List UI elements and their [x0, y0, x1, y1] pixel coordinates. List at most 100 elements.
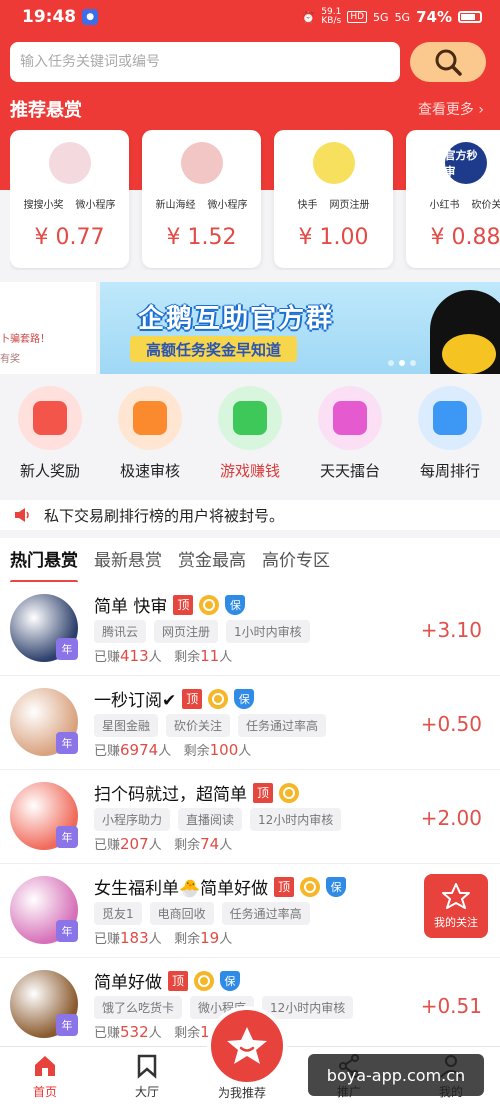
grid-item[interactable]: 新人奖励 — [0, 386, 100, 486]
task-title-row: 女生福利单🐣简单好做 顶 保 — [94, 874, 347, 899]
task-title: 一秒订阅✔ — [94, 691, 177, 711]
recommend-card[interactable]: 搜搜小奖 微小程序 ¥ 0.77 — [10, 130, 129, 268]
task-chips: 腾讯云 网页注册 1小时内审核 — [94, 620, 310, 643]
year-badge: 年 — [56, 826, 78, 848]
task-avatar — [312, 142, 355, 184]
task-avatar: 官方秒审 — [444, 142, 487, 184]
task-title-row: 简单好做 顶 保 — [94, 968, 240, 993]
task-title: 女生福利单🐣简单好做 — [94, 879, 269, 899]
task-chip: 觅友1 — [94, 902, 142, 925]
task-chip: 小程序助力 — [94, 808, 171, 831]
watermark: boya-app.com.cn — [308, 1054, 484, 1096]
grid-item[interactable]: 游戏赚钱 — [200, 386, 300, 486]
recommend-card-tags: 搜搜小奖 微小程序 — [23, 200, 116, 211]
recommend-more-link[interactable]: 查看更多 › — [418, 99, 484, 119]
tab-3[interactable]: 高价专区 — [262, 546, 330, 575]
recommend-card-price: ¥ 1.00 — [298, 225, 369, 250]
task-stats: 已赚6974人 剩余100人 — [94, 741, 252, 759]
task-chip: 星图金融 — [94, 714, 159, 737]
task-chip: 12小时内审核 — [262, 996, 354, 1019]
year-badge: 年 — [56, 920, 78, 942]
status-right: ⏰ 59.1 KB/s HD 5G 5G 74% — [302, 8, 482, 26]
banner-title: 企鹅互助官方群 — [138, 304, 335, 334]
recommend-card[interactable]: 快手 网页注册 ¥ 1.00 — [274, 130, 393, 268]
signal-icon-1: 5G — [373, 10, 389, 24]
recommend-card[interactable]: 官方秒审 小红书 砍价关 ¥ 0.88 — [406, 130, 500, 268]
task-title: 简单好做 — [94, 973, 162, 993]
task-price: +0.50 — [420, 712, 482, 736]
task-chip: 电商回收 — [149, 902, 214, 925]
task-price: +3.10 — [420, 618, 482, 642]
guarantee-tag: 保 — [234, 688, 255, 709]
battery-percent: 74% — [416, 8, 452, 26]
recommend-card-price: ¥ 0.77 — [34, 225, 105, 250]
recommend-center-button[interactable] — [207, 1006, 287, 1086]
penguin-icon — [430, 290, 500, 374]
guarantee-tag: 保 — [326, 876, 347, 897]
my-follow-button[interactable]: 我的关注 — [424, 874, 488, 938]
grid-item[interactable]: 每周排行 — [400, 386, 500, 486]
task-tabs: 热门悬赏 最新悬赏 赏金最高 高价专区 — [0, 538, 500, 584]
grid-label: 每周排行 — [419, 462, 480, 480]
recommend-card[interactable]: 新山海经 微小程序 ¥ 1.52 — [142, 130, 261, 268]
speaker-icon — [15, 508, 29, 522]
task-chip: 腾讯云 — [94, 620, 147, 643]
task-title-row: 扫个码就过，超简单 顶 — [94, 780, 299, 805]
search-box[interactable] — [10, 42, 400, 82]
task-title-row: 一秒订阅✔ 顶 保 — [94, 686, 255, 711]
alarm-icon: ⏰ — [301, 10, 316, 24]
task-item[interactable]: 年 一秒订阅✔ 顶 保 星图金融 砍价关注 任务通过率高 已赚6974人 剩余100… — [0, 676, 500, 770]
nav-home[interactable]: 首页 — [32, 1053, 58, 1100]
net-speed: 59.1 KB/s — [321, 7, 342, 26]
banner-prev-slide[interactable]: 卜骗套路！ 有奖 — [0, 282, 96, 374]
task-avatar — [48, 142, 91, 184]
banner-subtitle: 高额任务奖金早知道 — [130, 336, 298, 362]
grid-label: 极速审核 — [119, 462, 180, 480]
grid-label: 天天擂台 — [319, 462, 380, 480]
top-tag: 顶 — [182, 688, 203, 709]
refresh-icon — [300, 876, 321, 897]
notice-bar[interactable]: 私下交易刷排行榜的用户将被封号。 — [0, 500, 500, 530]
task-list: 年 简单 快审 顶 保 腾讯云 网页注册 1小时内审核 已赚413人 剩余11人 +… — [0, 582, 500, 1052]
task-chip: 12小时内审核 — [250, 808, 342, 831]
grid-icon — [318, 386, 382, 450]
grid-icon — [18, 386, 82, 450]
tab-0[interactable]: 热门悬赏 — [10, 546, 78, 584]
refresh-icon — [279, 782, 299, 803]
refresh-icon — [199, 594, 220, 615]
grid-item[interactable]: 极速审核 — [100, 386, 200, 486]
guarantee-tag: 保 — [220, 970, 240, 991]
task-item[interactable]: 年 简单 快审 顶 保 腾讯云 网页注册 1小时内审核 已赚413人 剩余11人 +… — [0, 582, 500, 676]
recommend-card-price: ¥ 1.52 — [166, 225, 237, 250]
year-badge: 年 — [56, 1014, 78, 1036]
promo-banner[interactable]: 企鹅互助官方群 高额任务奖金早知道 — [100, 282, 500, 374]
search-button[interactable] — [410, 42, 486, 82]
task-stats: 已赚413人 剩余11人 — [94, 647, 233, 665]
refresh-icon — [194, 970, 214, 991]
app-notification-icon: ● — [82, 9, 99, 25]
nav-hall[interactable]: 大厅 — [134, 1053, 160, 1100]
task-stats: 已赚207人 剩余74人 — [94, 835, 233, 853]
hd-icon: HD — [347, 11, 368, 23]
tab-2[interactable]: 赏金最高 — [178, 546, 246, 575]
signal-icon-2: 5G — [394, 10, 411, 24]
grid-icon — [218, 386, 282, 450]
task-price: +0.51 — [420, 994, 482, 1018]
task-chip: 1小时内审核 — [226, 620, 310, 643]
recommend-card-tags: 小红书 砍价关 — [429, 200, 500, 211]
top-tag: 顶 — [253, 782, 273, 803]
grid-label: 游戏赚钱 — [219, 462, 280, 480]
task-chips: 星图金融 砍价关注 任务通过率高 — [94, 714, 327, 737]
task-chip: 直播阅读 — [178, 808, 243, 831]
top-tag: 顶 — [168, 970, 188, 991]
star-smile-icon — [227, 1027, 267, 1064]
star-icon — [442, 883, 470, 909]
tab-1[interactable]: 最新悬赏 — [94, 546, 162, 575]
search-input[interactable] — [20, 54, 400, 70]
guarantee-tag: 保 — [225, 594, 246, 615]
task-chip: 任务通过率高 — [238, 714, 327, 737]
grid-item[interactable]: 天天擂台 — [300, 386, 400, 486]
task-title-row: 简单 快审 顶 保 — [94, 592, 246, 617]
refresh-icon — [208, 688, 229, 709]
task-item[interactable]: 年 扫个码就过，超简单 顶 小程序助力 直播阅读 12小时内审核 已赚207人 剩余… — [0, 770, 500, 864]
